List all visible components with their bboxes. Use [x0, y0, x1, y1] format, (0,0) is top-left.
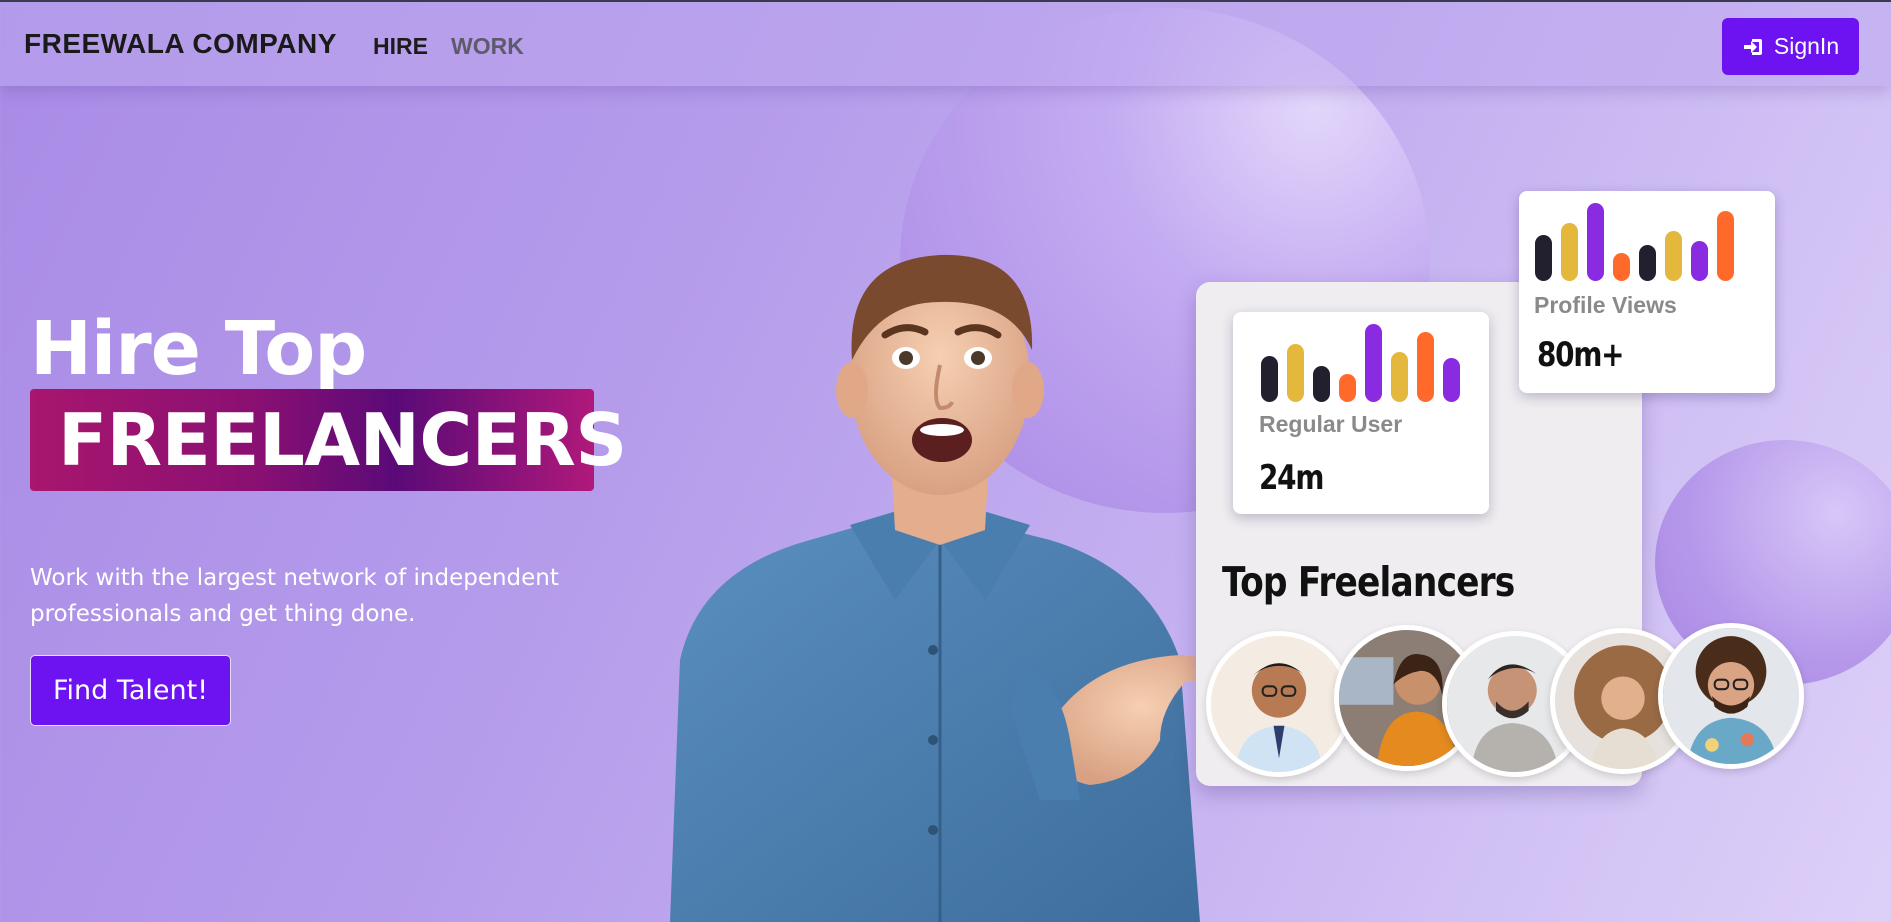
nav-link-hire[interactable]: HIRE: [373, 33, 428, 60]
bar-chart-icon: [1535, 201, 1734, 281]
hero-heading-highlight: FREELANCERS: [58, 398, 627, 482]
nav-link-work[interactable]: WORK: [451, 33, 524, 60]
bar-chart-icon: [1261, 322, 1460, 402]
freelancer-avatar[interactable]: [1206, 631, 1352, 777]
hero-subtitle: Work with the largest network of indepen…: [30, 565, 559, 627]
hero-person-image: [640, 240, 1240, 922]
signin-button[interactable]: SignIn: [1722, 18, 1859, 75]
freelancer-avatar[interactable]: [1658, 623, 1804, 769]
stat-card-regular-user: Regular User 24m: [1233, 312, 1489, 514]
find-talent-button[interactable]: Find Talent!: [30, 655, 231, 726]
stat-value: 80m+: [1537, 335, 1625, 375]
signin-label: SignIn: [1773, 33, 1840, 59]
sign-in-icon: [1742, 35, 1766, 59]
stat-label: Profile Views: [1534, 292, 1677, 318]
top-freelancers-title: Top Freelancers: [1222, 558, 1515, 606]
hero-heading: Hire Top: [30, 306, 367, 392]
stat-value: 24m: [1259, 458, 1324, 498]
stat-card-profile-views: Profile Views 80m+: [1519, 191, 1775, 393]
brand-logo[interactable]: FREEWALA COMPANY: [24, 28, 337, 60]
navbar: FREEWALA COMPANY HIRE WORK SignIn: [0, 0, 1891, 86]
stat-label: Regular User: [1259, 411, 1403, 437]
